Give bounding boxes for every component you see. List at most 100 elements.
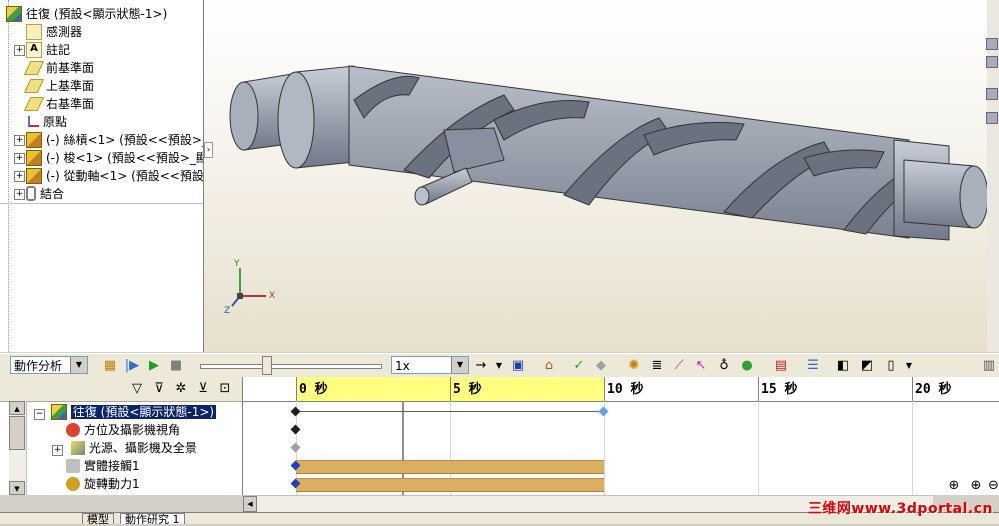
- zoom-to-fit-icon[interactable]: ⊕: [946, 478, 962, 494]
- lights-icon: [70, 440, 85, 455]
- tick-label: 10 秒: [607, 382, 644, 397]
- expand-icon[interactable]: +: [14, 45, 25, 56]
- motion-tree-root-label: 往復 (預設<顯示狀態-1>): [70, 405, 217, 419]
- study-type-select[interactable]: 動作分析 ▼: [10, 356, 88, 374]
- tree-item-label: 結合: [40, 187, 65, 201]
- chevron-down-icon[interactable]: ▼: [490, 357, 508, 375]
- tree-root[interactable]: 往復 (預設<顯示狀態-1>): [6, 5, 167, 23]
- root-key-span: [296, 411, 604, 412]
- motion-tree-scrollbar[interactable]: ▲ ▼: [9, 401, 27, 495]
- view-tool-icon[interactable]: [986, 88, 998, 100]
- motion-tree-item-motor[interactable]: 旋轉動力1: [66, 475, 140, 493]
- tree-item-mates[interactable]: + 結合: [14, 185, 65, 203]
- tab-model[interactable]: 模型: [82, 513, 114, 525]
- zoom-out-icon[interactable]: ⊖: [988, 478, 999, 494]
- chevron-down-icon[interactable]: ▼: [900, 357, 918, 375]
- tab-motion-study-1[interactable]: 動作研究 1: [120, 513, 185, 525]
- expand-icon[interactable]: +: [52, 445, 63, 456]
- view-tool-icon[interactable]: [986, 38, 998, 50]
- graphics-viewport[interactable]: Y X Z: [204, 0, 999, 352]
- motor-icon: [66, 476, 80, 491]
- model-render: [229, 65, 989, 307]
- filter-icon[interactable]: ▽: [128, 380, 146, 398]
- scroll-up-icon[interactable]: ▲: [9, 401, 25, 415]
- expand-icon[interactable]: +: [14, 171, 25, 182]
- tree-item-leadscrew[interactable]: + (-) 絲槓<1> (預設<<預設>_顯示: [14, 131, 203, 149]
- origin-icon: [28, 116, 39, 127]
- tick-mark: [912, 377, 913, 401]
- tree-item-shuttle[interactable]: + (-) 梭<1> (預設<<預設>_顯示狀: [14, 149, 203, 167]
- tree-item-right-plane[interactable]: 右基準面: [24, 95, 95, 113]
- expand-icon[interactable]: +: [14, 135, 25, 146]
- new-study-icon[interactable]: ◩: [858, 357, 876, 375]
- view-tool-icon[interactable]: [986, 56, 998, 68]
- motion-tree-item-lights[interactable]: + 光源、攝影機及全景: [52, 439, 197, 457]
- tree-item-label: 前基準面: [46, 61, 95, 75]
- damper-icon[interactable]: ⟋: [670, 357, 688, 375]
- tick-mark: [758, 377, 759, 401]
- triad-x-label: X: [269, 291, 276, 301]
- tree-item-label: 上基準面: [46, 79, 95, 93]
- collapse-icon[interactable]: ◧: [834, 357, 852, 375]
- filter-selected-icon[interactable]: ⊻: [194, 380, 212, 398]
- copy-study-icon[interactable]: ▯: [882, 357, 900, 375]
- spring-icon[interactable]: ≣: [648, 357, 666, 375]
- tick-mark: [604, 377, 605, 401]
- motion-tree-item-contact[interactable]: 實體接觸1: [66, 457, 140, 475]
- motor-icon[interactable]: ✺: [625, 357, 643, 375]
- help-icon[interactable]: ▥: [980, 357, 998, 375]
- force-icon[interactable]: ↖: [692, 357, 710, 375]
- time-slider-track[interactable]: [200, 364, 382, 369]
- playback-speed-select[interactable]: 1x ▼: [391, 356, 469, 374]
- motor-key-bar[interactable]: [296, 478, 604, 492]
- view-tool-icon[interactable]: [986, 112, 998, 124]
- tree-item-origin[interactable]: 原點: [26, 113, 67, 131]
- tree-item-front-plane[interactable]: 前基準面: [24, 59, 95, 77]
- filter-results-icon[interactable]: ⊡: [216, 380, 234, 398]
- tree-item-sensors[interactable]: 感測器: [26, 23, 82, 41]
- motion-tree-root[interactable]: − 往復 (預設<顯示狀態-1>): [34, 403, 217, 421]
- feature-manager-tree: 往復 (預設<顯示狀態-1>) 感測器 + A 註記 前基準面 上基準面 右基準面…: [0, 0, 204, 352]
- tree-item-annotations[interactable]: + A 註記: [14, 41, 70, 59]
- collapse-icon[interactable]: −: [34, 409, 45, 420]
- tree-item-label: 右基準面: [46, 97, 95, 111]
- zoom-in-icon[interactable]: ⊕: [968, 478, 984, 494]
- filter-driving-icon[interactable]: ✲: [172, 380, 190, 398]
- tree-item-follower-shaft[interactable]: + (-) 從動軸<1> (預設<<預設>_顯: [14, 167, 204, 185]
- expand-icon[interactable]: +: [14, 189, 25, 200]
- autokey-icon[interactable]: ✓: [570, 357, 588, 375]
- motion-tree-item-orientation[interactable]: 方位及攝影機視角: [66, 421, 180, 439]
- playback-mode-icon[interactable]: →: [472, 357, 490, 375]
- animation-wizard-icon[interactable]: ⌂: [540, 357, 558, 375]
- contact-key-bar[interactable]: [296, 460, 604, 474]
- tree-item-label: 原點: [43, 115, 68, 129]
- properties-icon[interactable]: ☰: [804, 357, 822, 375]
- motion-tree-item-label: 光源、攝影機及全景: [88, 441, 197, 455]
- tree-item-top-plane[interactable]: 上基準面: [24, 77, 95, 95]
- scrollbar-thumb[interactable]: [9, 416, 25, 450]
- gravity-icon[interactable]: ●: [738, 357, 756, 375]
- results-icon[interactable]: ▤: [772, 357, 790, 375]
- play-from-start-icon[interactable]: |▶: [123, 357, 141, 375]
- calculate-icon[interactable]: ▦: [101, 357, 119, 375]
- playback-speed-value: 1x: [395, 359, 410, 373]
- scroll-down-icon[interactable]: ▼: [9, 481, 25, 495]
- tree-root-label: 往復 (預設<顯示狀態-1>): [26, 7, 168, 21]
- panel-collapse-handle[interactable]: ›: [204, 142, 213, 158]
- add-key-icon[interactable]: ◆: [592, 357, 610, 375]
- sensor-icon: [26, 23, 42, 40]
- contact-icon[interactable]: ♁: [715, 357, 733, 375]
- save-animation-icon[interactable]: ▣: [509, 357, 527, 375]
- tree-divider: [0, 203, 203, 204]
- stop-icon[interactable]: ■: [167, 357, 185, 375]
- tree-item-label: (-) 絲槓<1> (預設<<預設>_顯示: [46, 133, 203, 147]
- watermark: 三维网www.3dportal.cn: [807, 501, 993, 517]
- play-icon[interactable]: ▶: [145, 357, 163, 375]
- time-slider-thumb[interactable]: [262, 356, 272, 375]
- filter-animated-icon[interactable]: ⊽: [150, 380, 168, 398]
- tree-item-label: (-) 從動軸<1> (預設<<預設>_顯: [46, 169, 204, 183]
- tick-label: 0 秒: [299, 382, 328, 397]
- scroll-left-icon[interactable]: ◀: [243, 496, 257, 512]
- chevron-down-icon: ▼: [451, 357, 468, 373]
- expand-icon[interactable]: +: [14, 153, 25, 164]
